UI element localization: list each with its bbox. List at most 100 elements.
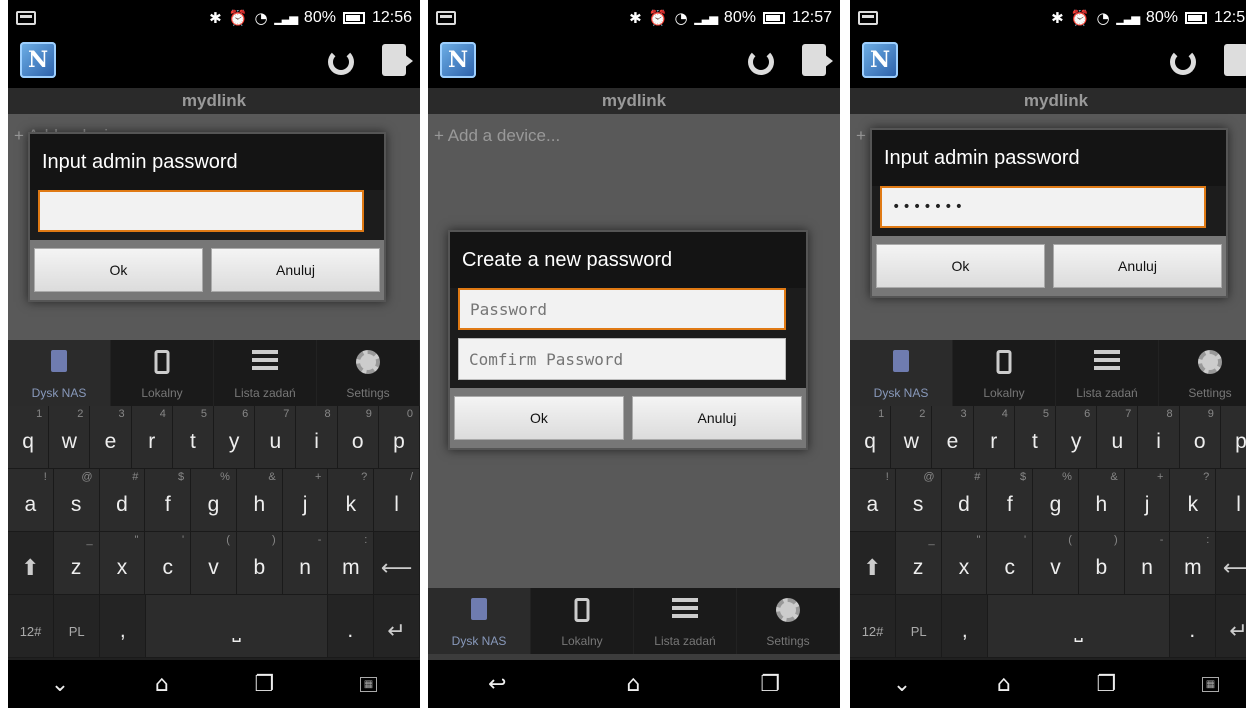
- tab-0[interactable]: Dysk NAS: [428, 588, 531, 654]
- key[interactable]: 2w: [891, 406, 933, 469]
- key[interactable]: 6y: [214, 406, 256, 469]
- key[interactable]: 4r: [973, 406, 1015, 469]
- key[interactable]: 0p: [378, 406, 420, 469]
- tab-1[interactable]: Lokalny: [111, 340, 214, 406]
- key[interactable]: -n: [282, 532, 329, 595]
- keyboard-icon[interactable]: ▦: [359, 676, 378, 692]
- app-logo-icon[interactable]: N: [440, 42, 476, 78]
- enter-key[interactable]: ↵: [1215, 595, 1246, 658]
- key[interactable]: # d: [941, 469, 988, 532]
- key[interactable]: 1q: [850, 406, 892, 469]
- space-key[interactable]: ⎵: [146, 595, 328, 658]
- key[interactable]: % g: [1033, 469, 1079, 532]
- key[interactable]: 4r: [131, 406, 173, 469]
- app-logo-icon[interactable]: N: [20, 42, 56, 78]
- period-key[interactable]: .: [1169, 595, 1216, 658]
- exit-icon[interactable]: [802, 44, 833, 76]
- tab-1[interactable]: Lokalny: [953, 340, 1056, 406]
- key[interactable]: ' c: [987, 532, 1034, 595]
- refresh-icon[interactable]: [748, 49, 774, 75]
- exit-icon[interactable]: [1224, 44, 1246, 76]
- key[interactable]: & h: [1078, 469, 1125, 532]
- key[interactable]: " x: [941, 532, 988, 595]
- language-key[interactable]: PL: [54, 595, 101, 658]
- cancel-button[interactable]: Anuluj: [211, 248, 380, 292]
- key[interactable]: (v: [191, 532, 237, 595]
- key[interactable]: 5t: [172, 406, 215, 469]
- hide-keyboard-icon[interactable]: ⌄: [893, 672, 911, 697]
- exit-icon[interactable]: [382, 44, 413, 76]
- key[interactable]: ) b: [1078, 532, 1125, 595]
- symbols-key[interactable]: 12#: [8, 595, 55, 658]
- key[interactable]: 7u: [1097, 406, 1139, 469]
- backspace-key[interactable]: ⟵: [1216, 532, 1246, 595]
- key[interactable]: 7u: [255, 406, 297, 469]
- recents-icon[interactable]: ❐: [254, 672, 274, 697]
- key[interactable]: :m: [328, 532, 375, 595]
- admin-password-field[interactable]: [880, 186, 1206, 228]
- home-icon[interactable]: ⌂: [626, 672, 640, 697]
- space-key[interactable]: ⎵: [988, 595, 1170, 658]
- period-key[interactable]: .: [327, 595, 374, 658]
- key[interactable]: 3e: [932, 406, 974, 469]
- key[interactable]: 3e: [90, 406, 132, 469]
- back-icon[interactable]: ↩: [488, 672, 506, 697]
- tab-0[interactable]: Dysk NAS: [850, 340, 953, 406]
- key[interactable]: @ s: [895, 469, 942, 532]
- key[interactable]: ! a: [8, 469, 54, 532]
- refresh-icon[interactable]: [328, 49, 354, 75]
- symbols-key[interactable]: 12#: [850, 595, 897, 658]
- key[interactable]: 5t: [1014, 406, 1057, 469]
- key[interactable]: ' c: [145, 532, 192, 595]
- key[interactable]: 9o: [337, 406, 379, 469]
- key[interactable]: + j: [1124, 469, 1171, 532]
- tab-2[interactable]: Lista zadań: [634, 588, 737, 654]
- shift-key[interactable]: ⬆: [8, 532, 54, 595]
- shift-key[interactable]: ⬆: [850, 532, 896, 595]
- language-key[interactable]: PL: [896, 595, 943, 658]
- key[interactable]: 9o: [1179, 406, 1221, 469]
- key[interactable]: /l: [374, 469, 420, 532]
- key[interactable]: _ z: [53, 532, 100, 595]
- key[interactable]: ! a: [850, 469, 896, 532]
- key[interactable]: ) b: [236, 532, 283, 595]
- tab-1[interactable]: Lokalny: [531, 588, 634, 654]
- enter-key[interactable]: ↵: [373, 595, 420, 658]
- ok-button[interactable]: Ok: [34, 248, 203, 292]
- key[interactable]: # d: [99, 469, 146, 532]
- key[interactable]: 1q: [8, 406, 50, 469]
- password-field[interactable]: [458, 288, 786, 330]
- key[interactable]: ? k: [1170, 469, 1217, 532]
- key[interactable]: 6y: [1056, 406, 1098, 469]
- key[interactable]: /l: [1216, 469, 1246, 532]
- recents-icon[interactable]: ❐: [760, 672, 780, 697]
- comma-key[interactable]: ,: [942, 595, 989, 658]
- key[interactable]: + j: [282, 469, 329, 532]
- comma-key[interactable]: ,: [100, 595, 147, 658]
- cancel-button[interactable]: Anuluj: [632, 396, 802, 440]
- app-logo-icon[interactable]: N: [862, 42, 898, 78]
- key[interactable]: 8i: [1138, 406, 1180, 469]
- tab-3[interactable]: Settings: [317, 340, 420, 406]
- key[interactable]: 2w: [49, 406, 91, 469]
- admin-password-field[interactable]: [38, 190, 364, 232]
- add-device-link[interactable]: + Add a device...: [428, 114, 840, 158]
- key[interactable]: _ z: [895, 532, 942, 595]
- key[interactable]: ? k: [328, 469, 375, 532]
- ok-button[interactable]: Ok: [876, 244, 1045, 288]
- key[interactable]: $ f: [145, 469, 192, 532]
- backspace-key[interactable]: ⟵: [374, 532, 420, 595]
- confirm-password-field[interactable]: [458, 338, 786, 380]
- key[interactable]: 0p: [1220, 406, 1246, 469]
- keyboard-icon[interactable]: ▦: [1201, 676, 1220, 692]
- tab-3[interactable]: Settings: [1159, 340, 1246, 406]
- recents-icon[interactable]: ❐: [1096, 672, 1116, 697]
- key[interactable]: 8i: [296, 406, 338, 469]
- cancel-button[interactable]: Anuluj: [1053, 244, 1222, 288]
- key[interactable]: $ f: [987, 469, 1034, 532]
- key[interactable]: % g: [191, 469, 237, 532]
- hide-keyboard-icon[interactable]: ⌄: [51, 672, 69, 697]
- refresh-icon[interactable]: [1170, 49, 1196, 75]
- tab-2[interactable]: Lista zadań: [1056, 340, 1159, 406]
- ok-button[interactable]: Ok: [454, 396, 624, 440]
